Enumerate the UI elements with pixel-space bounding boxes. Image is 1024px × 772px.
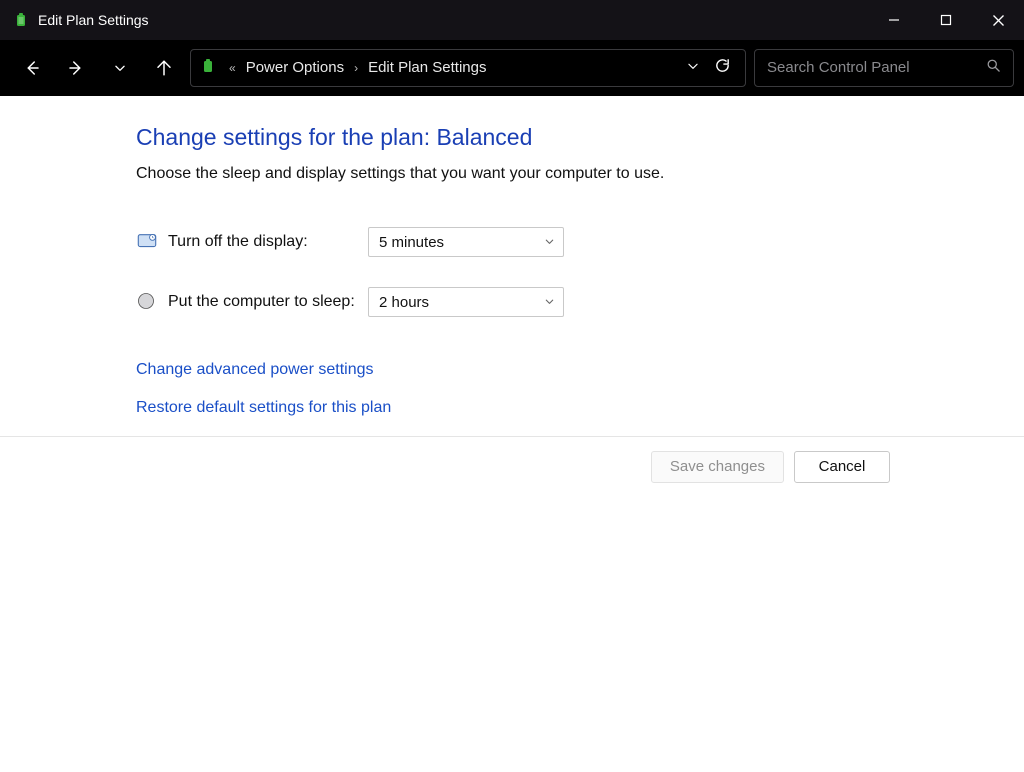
setting-row-display: Turn off the display: 5 minutes bbox=[136, 227, 896, 257]
sleep-select[interactable]: 2 hours bbox=[368, 287, 564, 317]
back-button[interactable] bbox=[14, 50, 50, 86]
page-heading: Change settings for the plan: Balanced bbox=[136, 124, 896, 151]
chevron-down-icon[interactable] bbox=[686, 59, 700, 77]
window-title: Edit Plan Settings bbox=[38, 12, 149, 28]
button-bar: Save changes Cancel bbox=[0, 436, 1024, 496]
maximize-button[interactable] bbox=[920, 0, 972, 40]
search-placeholder: Search Control Panel bbox=[767, 59, 986, 76]
overflow-chevron-icon[interactable]: « bbox=[225, 61, 240, 75]
moon-icon bbox=[136, 291, 158, 313]
titlebar: Edit Plan Settings bbox=[0, 0, 1024, 40]
recent-locations-button[interactable] bbox=[102, 50, 138, 86]
cancel-button[interactable]: Cancel bbox=[794, 451, 890, 483]
address-bar[interactable]: « Power Options › Edit Plan Settings bbox=[190, 49, 746, 87]
search-input[interactable]: Search Control Panel bbox=[754, 49, 1014, 87]
display-off-select[interactable]: 5 minutes bbox=[368, 227, 564, 257]
breadcrumb-current[interactable]: Edit Plan Settings bbox=[368, 59, 486, 76]
page-subheading: Choose the sleep and display settings th… bbox=[136, 165, 896, 183]
save-button[interactable]: Save changes bbox=[651, 451, 784, 483]
advanced-settings-link[interactable]: Change advanced power settings bbox=[136, 361, 896, 379]
search-icon bbox=[986, 58, 1001, 77]
battery-icon bbox=[14, 12, 30, 28]
chevron-right-icon: › bbox=[350, 61, 362, 75]
navbar: « Power Options › Edit Plan Settings Sea… bbox=[0, 40, 1024, 96]
breadcrumb-parent[interactable]: Power Options bbox=[246, 59, 344, 76]
close-button[interactable] bbox=[972, 0, 1024, 40]
minimize-button[interactable] bbox=[868, 0, 920, 40]
display-off-label: Turn off the display: bbox=[168, 233, 368, 251]
display-off-value: 5 minutes bbox=[379, 234, 444, 251]
forward-button[interactable] bbox=[58, 50, 94, 86]
monitor-icon bbox=[136, 231, 158, 253]
sleep-label: Put the computer to sleep: bbox=[168, 293, 368, 311]
setting-row-sleep: Put the computer to sleep: 2 hours bbox=[136, 287, 896, 317]
sleep-value: 2 hours bbox=[379, 294, 429, 311]
battery-icon bbox=[197, 58, 217, 78]
content-area: Change settings for the plan: Balanced C… bbox=[0, 96, 1024, 772]
chevron-down-icon bbox=[544, 294, 555, 311]
restore-defaults-link[interactable]: Restore default settings for this plan bbox=[136, 399, 896, 417]
refresh-button[interactable] bbox=[714, 57, 731, 78]
chevron-down-icon bbox=[544, 234, 555, 251]
up-button[interactable] bbox=[146, 50, 182, 86]
